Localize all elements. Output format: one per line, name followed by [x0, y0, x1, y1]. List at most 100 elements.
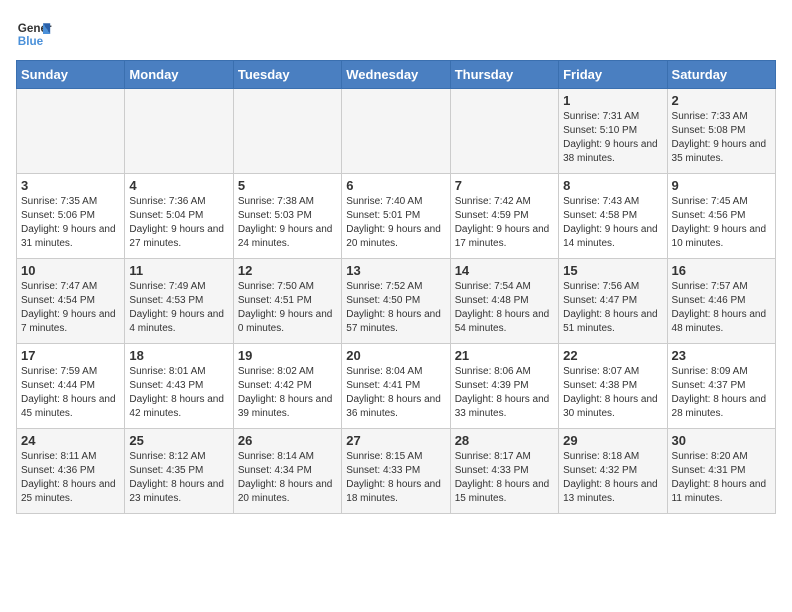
day-number: 13 [346, 263, 445, 278]
calendar-cell: 20 Sunrise: 8:04 AM Sunset: 4:41 PM Dayli… [342, 344, 450, 429]
day-number: 18 [129, 348, 228, 363]
day-info: Sunrise: 8:01 AM Sunset: 4:43 PM Dayligh… [129, 365, 228, 421]
calendar-cell: 5 Sunrise: 7:38 AM Sunset: 5:03 PM Daylig… [233, 174, 341, 259]
calendar-cell: 24 Sunrise: 8:11 AM Sunset: 4:36 PM Dayli… [17, 429, 125, 514]
calendar-cell: 23 Sunrise: 8:09 AM Sunset: 4:37 PM Dayli… [667, 344, 775, 429]
day-info: Sunrise: 8:17 AM Sunset: 4:33 PM Dayligh… [455, 450, 554, 506]
calendar-cell: 3Sunrise: 7:35 AM Sunset: 5:06 PM Daylig… [17, 174, 125, 259]
calendar-cell: 18 Sunrise: 8:01 AM Sunset: 4:43 PM Dayli… [125, 344, 233, 429]
calendar-header-row: SundayMondayTuesdayWednesdayThursdayFrid… [17, 61, 776, 89]
day-info: Sunrise: 8:09 AM Sunset: 4:37 PM Dayligh… [672, 365, 771, 421]
day-number: 3 [21, 178, 120, 193]
calendar-cell: 13 Sunrise: 7:52 AM Sunset: 4:50 PM Dayli… [342, 259, 450, 344]
calendar-cell: 26 Sunrise: 8:14 AM Sunset: 4:34 PM Dayli… [233, 429, 341, 514]
day-info: Sunrise: 8:04 AM Sunset: 4:41 PM Dayligh… [346, 365, 445, 421]
day-info: Sunrise: 7:40 AM Sunset: 5:01 PM Dayligh… [346, 195, 445, 251]
calendar-cell: 27 Sunrise: 8:15 AM Sunset: 4:33 PM Dayli… [342, 429, 450, 514]
calendar-cell: 10 Sunrise: 7:47 AM Sunset: 4:54 PM Dayli… [17, 259, 125, 344]
day-number: 29 [563, 433, 662, 448]
day-info: Sunrise: 7:57 AM Sunset: 4:46 PM Dayligh… [672, 280, 771, 336]
calendar-cell: 29Sunrise: 8:18 AM Sunset: 4:32 PM Dayli… [559, 429, 667, 514]
calendar-week-5: 24 Sunrise: 8:11 AM Sunset: 4:36 PM Dayli… [17, 429, 776, 514]
day-number: 8 [563, 178, 662, 193]
day-info: Sunrise: 7:52 AM Sunset: 4:50 PM Dayligh… [346, 280, 445, 336]
day-info: Sunrise: 7:49 AM Sunset: 4:53 PM Dayligh… [129, 280, 228, 336]
header-monday: Monday [125, 61, 233, 89]
calendar-cell: 4 Sunrise: 7:36 AM Sunset: 5:04 PM Daylig… [125, 174, 233, 259]
day-info: Sunrise: 7:38 AM Sunset: 5:03 PM Dayligh… [238, 195, 337, 251]
day-number: 19 [238, 348, 337, 363]
calendar-cell: 8 Sunrise: 7:43 AM Sunset: 4:58 PM Daylig… [559, 174, 667, 259]
calendar-cell: 16 Sunrise: 7:57 AM Sunset: 4:46 PM Dayli… [667, 259, 775, 344]
header-wednesday: Wednesday [342, 61, 450, 89]
day-info: Sunrise: 7:43 AM Sunset: 4:58 PM Dayligh… [563, 195, 662, 251]
calendar-cell: 14 Sunrise: 7:54 AM Sunset: 4:48 PM Dayli… [450, 259, 558, 344]
day-info: Sunrise: 8:06 AM Sunset: 4:39 PM Dayligh… [455, 365, 554, 421]
calendar-cell: 30 Sunrise: 8:20 AM Sunset: 4:31 PM Dayli… [667, 429, 775, 514]
day-number: 22 [563, 348, 662, 363]
calendar-week-3: 10 Sunrise: 7:47 AM Sunset: 4:54 PM Dayli… [17, 259, 776, 344]
day-number: 24 [21, 433, 120, 448]
day-number: 21 [455, 348, 554, 363]
day-info: Sunrise: 8:20 AM Sunset: 4:31 PM Dayligh… [672, 450, 771, 506]
header-thursday: Thursday [450, 61, 558, 89]
header-friday: Friday [559, 61, 667, 89]
day-info: Sunrise: 7:54 AM Sunset: 4:48 PM Dayligh… [455, 280, 554, 336]
day-number: 6 [346, 178, 445, 193]
calendar-cell [450, 89, 558, 174]
day-number: 27 [346, 433, 445, 448]
calendar-cell [125, 89, 233, 174]
header: General Blue [16, 16, 776, 52]
day-number: 7 [455, 178, 554, 193]
calendar-cell: 11 Sunrise: 7:49 AM Sunset: 4:53 PM Dayli… [125, 259, 233, 344]
day-info: Sunrise: 8:11 AM Sunset: 4:36 PM Dayligh… [21, 450, 120, 506]
day-number: 1 [563, 93, 662, 108]
day-info: Sunrise: 7:36 AM Sunset: 5:04 PM Dayligh… [129, 195, 228, 251]
calendar-cell: 9 Sunrise: 7:45 AM Sunset: 4:56 PM Daylig… [667, 174, 775, 259]
calendar-cell: 25 Sunrise: 8:12 AM Sunset: 4:35 PM Dayli… [125, 429, 233, 514]
day-number: 20 [346, 348, 445, 363]
day-info: Sunrise: 7:45 AM Sunset: 4:56 PM Dayligh… [672, 195, 771, 251]
calendar-cell [342, 89, 450, 174]
day-info: Sunrise: 8:14 AM Sunset: 4:34 PM Dayligh… [238, 450, 337, 506]
logo: General Blue [16, 16, 52, 52]
day-info: Sunrise: 7:56 AM Sunset: 4:47 PM Dayligh… [563, 280, 662, 336]
day-info: Sunrise: 7:33 AM Sunset: 5:08 PM Dayligh… [672, 110, 771, 166]
calendar-cell: 21 Sunrise: 8:06 AM Sunset: 4:39 PM Dayli… [450, 344, 558, 429]
day-number: 25 [129, 433, 228, 448]
day-number: 5 [238, 178, 337, 193]
svg-text:Blue: Blue [18, 35, 44, 48]
day-number: 11 [129, 263, 228, 278]
calendar-cell [17, 89, 125, 174]
day-number: 12 [238, 263, 337, 278]
header-tuesday: Tuesday [233, 61, 341, 89]
day-info: Sunrise: 7:59 AM Sunset: 4:44 PM Dayligh… [21, 365, 120, 421]
calendar-cell: 12Sunrise: 7:50 AM Sunset: 4:51 PM Dayli… [233, 259, 341, 344]
day-info: Sunrise: 8:02 AM Sunset: 4:42 PM Dayligh… [238, 365, 337, 421]
day-number: 30 [672, 433, 771, 448]
day-number: 9 [672, 178, 771, 193]
calendar-cell: 2Sunrise: 7:33 AM Sunset: 5:08 PM Daylig… [667, 89, 775, 174]
calendar-cell [233, 89, 341, 174]
day-number: 16 [672, 263, 771, 278]
day-info: Sunrise: 8:12 AM Sunset: 4:35 PM Dayligh… [129, 450, 228, 506]
day-number: 26 [238, 433, 337, 448]
day-info: Sunrise: 7:31 AM Sunset: 5:10 PM Dayligh… [563, 110, 662, 166]
calendar-cell: 22 Sunrise: 8:07 AM Sunset: 4:38 PM Dayli… [559, 344, 667, 429]
day-info: Sunrise: 8:15 AM Sunset: 4:33 PM Dayligh… [346, 450, 445, 506]
day-info: Sunrise: 8:07 AM Sunset: 4:38 PM Dayligh… [563, 365, 662, 421]
calendar-cell: 15Sunrise: 7:56 AM Sunset: 4:47 PM Dayli… [559, 259, 667, 344]
calendar-cell: 28Sunrise: 8:17 AM Sunset: 4:33 PM Dayli… [450, 429, 558, 514]
day-number: 14 [455, 263, 554, 278]
day-info: Sunrise: 7:42 AM Sunset: 4:59 PM Dayligh… [455, 195, 554, 251]
calendar-cell: 1 Sunrise: 7:31 AM Sunset: 5:10 PM Daylig… [559, 89, 667, 174]
calendar-week-1: 1 Sunrise: 7:31 AM Sunset: 5:10 PM Daylig… [17, 89, 776, 174]
calendar-table: SundayMondayTuesdayWednesdayThursdayFrid… [16, 60, 776, 514]
logo-icon: General Blue [16, 16, 52, 52]
calendar-cell: 19 Sunrise: 8:02 AM Sunset: 4:42 PM Dayli… [233, 344, 341, 429]
day-info: Sunrise: 7:47 AM Sunset: 4:54 PM Dayligh… [21, 280, 120, 336]
day-number: 10 [21, 263, 120, 278]
day-number: 23 [672, 348, 771, 363]
calendar-week-4: 17Sunrise: 7:59 AM Sunset: 4:44 PM Dayli… [17, 344, 776, 429]
day-number: 4 [129, 178, 228, 193]
